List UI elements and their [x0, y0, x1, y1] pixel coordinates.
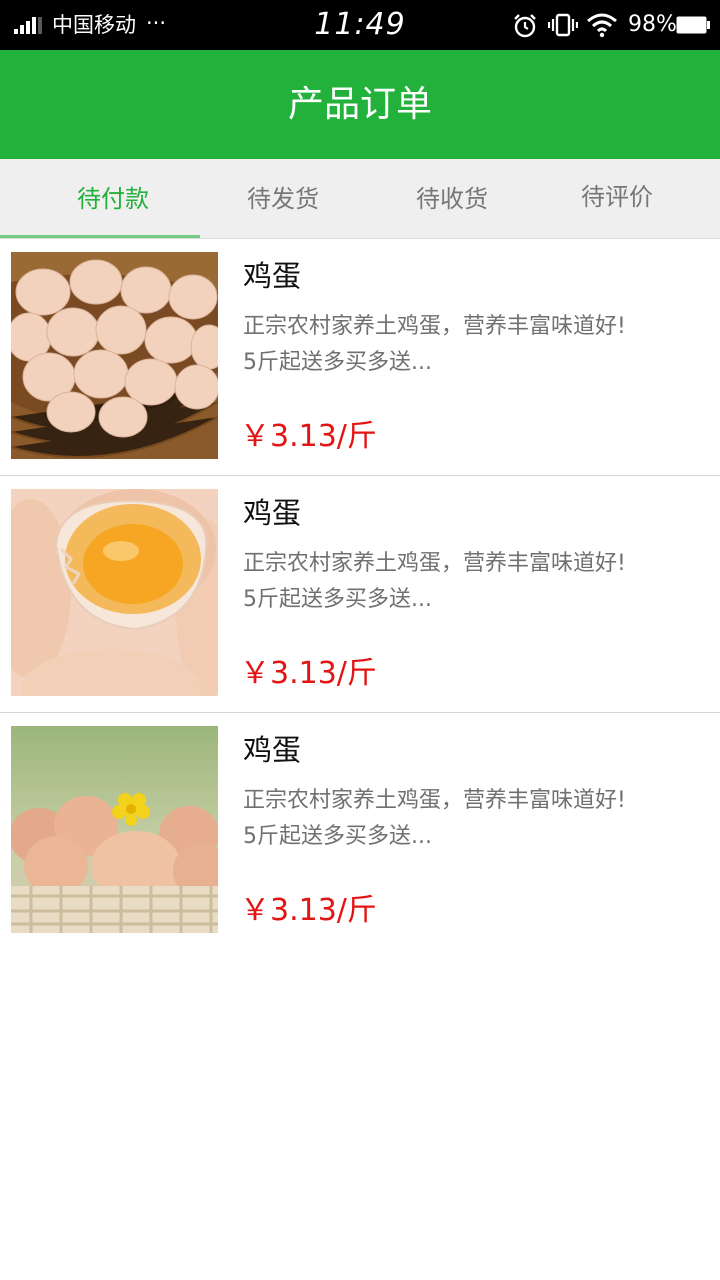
- cracked-egg-yolk-image: [11, 489, 218, 696]
- eggs-with-flower-image: [11, 726, 218, 933]
- app-header: 产品订单: [0, 50, 720, 159]
- product-price: ￥3.13/斤: [240, 419, 377, 454]
- status-bar: 中国移动 ··· 11:49 98%: [0, 0, 720, 50]
- product-title: 鸡蛋: [243, 733, 302, 767]
- battery-icon: [676, 16, 710, 34]
- order-status-tabs: 待付款 待发货 待收货 待评价: [0, 159, 720, 239]
- product-price: ￥3.13/斤: [240, 656, 377, 691]
- product-title: 鸡蛋: [243, 259, 302, 293]
- alarm-icon: [514, 14, 536, 38]
- battery-percent: 98%: [628, 12, 677, 37]
- product-title: 鸡蛋: [243, 496, 302, 530]
- wifi-icon: [587, 13, 617, 38]
- order-item[interactable]: 鸡蛋 正宗农村家养土鸡蛋，营养丰富味道好! 5斤起送多买多送... ￥3.13/…: [0, 239, 720, 476]
- eggs-in-basket-image: [11, 252, 218, 459]
- tab-pending-review[interactable]: 待评价: [517, 159, 717, 239]
- product-price: ￥3.13/斤: [240, 893, 377, 928]
- product-description: 正宗农村家养土鸡蛋，营养丰富味道好! 5斤起送多买多送...: [243, 314, 626, 375]
- order-item[interactable]: 鸡蛋 正宗农村家养土鸡蛋，营养丰富味道好! 5斤起送多买多送... ￥3.13/…: [0, 713, 720, 950]
- product-description: 正宗农村家养土鸡蛋，营养丰富味道好! 5斤起送多买多送...: [243, 551, 626, 612]
- product-description: 正宗农村家养土鸡蛋，营养丰富味道好! 5斤起送多买多送...: [243, 788, 626, 849]
- active-tab-indicator: [0, 235, 200, 238]
- page-title: 产品订单: [287, 84, 432, 125]
- vibrate-icon: [548, 13, 578, 37]
- order-item[interactable]: 鸡蛋 正宗农村家养土鸡蛋，营养丰富味道好! 5斤起送多买多送... ￥3.13/…: [0, 476, 720, 713]
